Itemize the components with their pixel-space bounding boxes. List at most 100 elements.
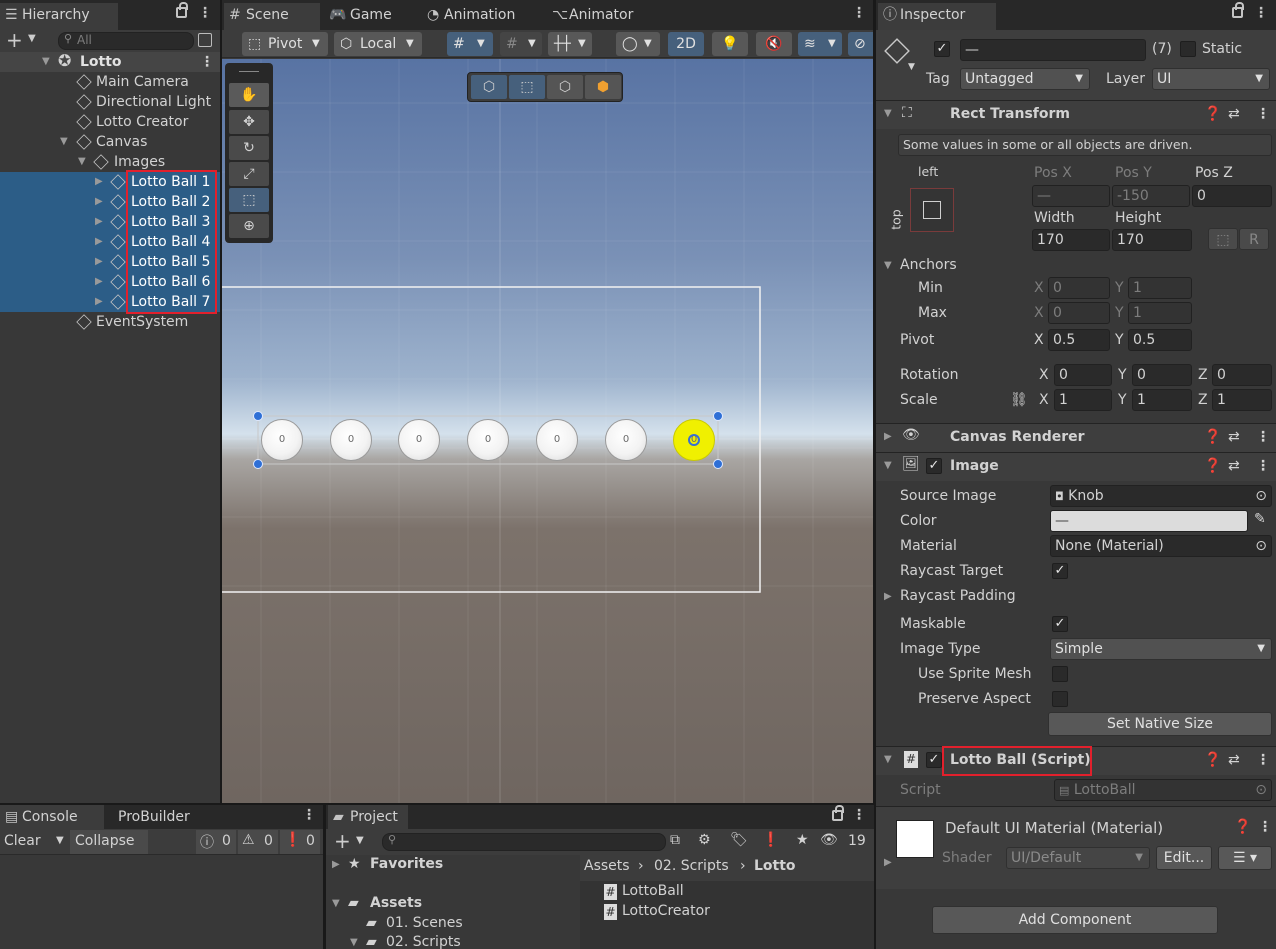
maskable-checkbox[interactable]: ✓: [1052, 616, 1068, 632]
foldout-arrow-icon[interactable]: ▼: [332, 898, 340, 909]
breadcrumb-lotto[interactable]: Lotto: [754, 858, 796, 874]
eyedropper-icon[interactable]: ✎: [1254, 511, 1266, 527]
object-picker-icon[interactable]: ⊙: [1255, 486, 1267, 506]
chevron-down-icon[interactable]: ▼: [56, 835, 64, 846]
cube-view-icon[interactable]: ⬡: [471, 75, 507, 99]
expand-arrow-icon[interactable]: ▼: [60, 132, 68, 152]
scale-z-field[interactable]: 1: [1212, 389, 1272, 411]
shader-options-dropdown[interactable]: ☰ ▾: [1218, 846, 1272, 870]
foldout-arrow-icon[interactable]: ▼: [350, 937, 358, 948]
kebab-menu-icon[interactable]: ⋮: [200, 52, 214, 72]
foldout-arrow-icon[interactable]: ▶: [884, 591, 892, 602]
help-icon[interactable]: ❓: [1204, 458, 1221, 474]
active-checkbox[interactable]: ✓: [934, 41, 950, 57]
rect-view-icon[interactable]: ⬚: [509, 75, 545, 99]
lock-icon[interactable]: [176, 2, 188, 18]
kebab-menu-icon[interactable]: ⋮: [1256, 752, 1270, 768]
collapse-button[interactable]: Collapse: [70, 830, 148, 854]
hierarchy-item-canvas[interactable]: ▼ Canvas: [0, 132, 220, 152]
use-sprite-mesh-checkbox[interactable]: [1052, 666, 1068, 682]
local-view-icon[interactable]: ⬡: [547, 75, 583, 99]
tab-animation[interactable]: ◔ Animation: [422, 3, 515, 30]
lotto-ball[interactable]: 0: [605, 419, 647, 461]
kebab-menu-icon[interactable]: ⋮: [1256, 429, 1270, 445]
expand-arrow-icon[interactable]: ▶: [95, 172, 103, 192]
breadcrumb-assets[interactable]: Assets: [584, 858, 630, 874]
local-dropdown[interactable]: ⬡ Local ▼: [334, 32, 422, 56]
tab-hierarchy[interactable]: ☰ Hierarchy: [0, 3, 118, 30]
hierarchy-item-directional-light[interactable]: Directional Light: [0, 92, 220, 112]
kebab-menu-icon[interactable]: ⋮: [852, 5, 866, 23]
kebab-menu-icon[interactable]: ⋮: [1256, 458, 1270, 474]
color-field[interactable]: —: [1050, 510, 1248, 532]
chevron-down-icon[interactable]: ▼: [908, 62, 915, 72]
raycast-padding-label[interactable]: Raycast Padding: [900, 588, 1016, 604]
file-lottocreator[interactable]: LottoCreator: [622, 903, 710, 919]
source-image-field[interactable]: ◘ Knob ⊙: [1050, 485, 1272, 507]
foldout-arrow-icon[interactable]: ▶: [884, 431, 892, 442]
effects-button[interactable]: ≋ ▼: [798, 32, 842, 56]
clear-button[interactable]: Clear: [4, 833, 41, 849]
rotate-tool-icon[interactable]: ↻: [229, 136, 269, 160]
blueprint-mode-button[interactable]: ⬚: [1208, 228, 1238, 250]
image-enabled-checkbox[interactable]: ✓: [926, 458, 942, 474]
kebab-menu-icon[interactable]: ⋮: [1256, 106, 1270, 122]
filter-label-icon[interactable]: 🏷: [730, 832, 748, 848]
foldout-arrow-icon[interactable]: ▶: [884, 857, 892, 868]
name-field[interactable]: —: [960, 39, 1146, 61]
canvas-renderer-header[interactable]: ▶ 👁 Canvas Renderer ❓ ⇄ ⋮: [876, 424, 1276, 452]
kebab-menu-icon[interactable]: ⋮: [1258, 819, 1272, 835]
rect-handle[interactable]: [713, 459, 723, 469]
kebab-menu-icon[interactable]: ⋮: [852, 807, 866, 825]
pivot-x-field[interactable]: 0.5: [1048, 329, 1110, 351]
expand-arrow-icon[interactable]: ▶: [95, 192, 103, 212]
rect-tool-icon[interactable]: ⬚: [229, 188, 269, 212]
rot-z-field[interactable]: 0: [1212, 364, 1272, 386]
tab-project[interactable]: ▰ Project: [328, 805, 408, 829]
posz-field[interactable]: 0: [1192, 185, 1272, 207]
pivot-y-field[interactable]: 0.5: [1128, 329, 1192, 351]
rect-handle[interactable]: [713, 411, 723, 421]
shader-dropdown[interactable]: UI/Default ▼: [1006, 847, 1150, 869]
hand-tool-icon[interactable]: ✋: [229, 83, 269, 107]
hierarchy-item-images[interactable]: ▼ Images: [0, 152, 220, 172]
edit-shader-button[interactable]: Edit...: [1156, 846, 1212, 870]
kebab-menu-icon[interactable]: ⋮: [1254, 5, 1268, 23]
kebab-menu-icon[interactable]: ⋮: [198, 5, 212, 23]
hierarchy-item-eventsystem[interactable]: EventSystem: [0, 312, 220, 332]
scale-x-field[interactable]: 1: [1054, 389, 1112, 411]
hierarchy-item-lotto[interactable]: ▼ ✪ Lotto ⋮: [0, 51, 220, 72]
error-count-button[interactable]: ❗ 0: [280, 830, 320, 854]
snap-increment-button[interactable]: # ▼: [500, 32, 542, 56]
visibility-icon[interactable]: 👁: [820, 832, 838, 848]
material-field[interactable]: None (Material) ⊙: [1050, 535, 1272, 557]
lighting-toggle[interactable]: 💡: [712, 32, 748, 56]
scale-tool-icon[interactable]: ⤢: [229, 162, 269, 186]
transform-tool-icon[interactable]: ⊕: [229, 214, 269, 238]
link-scale-icon[interactable]: ⛓: [1010, 392, 1028, 408]
info-count-button[interactable]: ⓘ 0: [196, 830, 236, 854]
rot-x-field[interactable]: 0: [1054, 364, 1112, 386]
foldout-arrow-icon[interactable]: ▼: [884, 108, 892, 119]
pivot-dropdown[interactable]: ⬚ Pivot ▼: [242, 32, 328, 56]
tab-probuilder[interactable]: ProBuilder: [96, 805, 190, 829]
rect-transform-header[interactable]: ▼ ⛶ Rect Transform ❓ ⇄ ⋮: [876, 101, 1276, 129]
image-type-dropdown[interactable]: Simple ▼: [1050, 638, 1272, 660]
expand-arrow-icon[interactable]: ▶: [95, 292, 103, 312]
drag-handle[interactable]: [239, 71, 259, 72]
lotto-ball[interactable]: 0: [330, 419, 372, 461]
hierarchy-item-main-camera[interactable]: Main Camera: [0, 72, 220, 92]
scene-viewport[interactable]: ✋ ✥ ↻ ⤢ ⬚ ⊕ ⬡ ⬚ ⬡ ⬢ 0 0 0 0 0 0 0: [222, 59, 873, 803]
favorites-label[interactable]: Favorites: [370, 856, 443, 872]
preserve-aspect-checkbox[interactable]: [1052, 691, 1068, 707]
raycast-target-checkbox[interactable]: ✓: [1052, 563, 1068, 579]
tab-scene[interactable]: # Scene: [224, 3, 320, 30]
lock-icon[interactable]: [832, 805, 844, 821]
preset-icon[interactable]: ⇄: [1228, 429, 1240, 445]
orange-cube-icon[interactable]: ⬢: [585, 75, 621, 99]
object-picker-icon[interactable]: ⊙: [1255, 536, 1267, 556]
help-icon[interactable]: ❓: [1204, 106, 1221, 122]
move-tool-icon[interactable]: ✥: [229, 110, 269, 134]
project-search-input[interactable]: ⚲: [382, 833, 666, 851]
tab-inspector[interactable]: ⓘ Inspector: [878, 3, 996, 30]
